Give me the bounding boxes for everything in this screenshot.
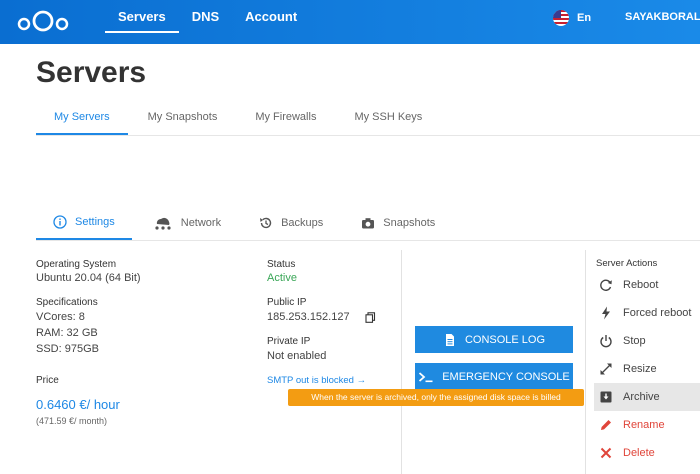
tab-backups-label: Backups <box>281 217 324 229</box>
ram-value: RAM: 32 GB <box>36 327 98 339</box>
tab-network-label: Network <box>180 217 222 229</box>
delete-label: Delete <box>623 447 655 459</box>
top-navigation-bar: Servers DNS Account En SAYAKBORAL@ <box>0 0 700 44</box>
resize-icon <box>600 363 612 375</box>
tab-my-servers[interactable]: My Servers <box>36 104 128 135</box>
status-value: Active <box>267 272 297 284</box>
nav-dns[interactable]: DNS <box>179 0 232 44</box>
price-per-month: (471.59 €/ month) <box>36 416 108 426</box>
delete-action[interactable]: Delete <box>594 439 700 467</box>
us-flag-icon <box>553 10 569 26</box>
smtp-blocked-link[interactable]: SMTP out is blocked → <box>267 375 366 386</box>
price-label: Price <box>36 375 59 386</box>
vcores-value: VCores: 8 <box>36 311 85 323</box>
main-nav: Servers DNS Account <box>105 0 310 44</box>
price-per-hour: 0.6460 €/ hour <box>36 397 120 412</box>
tab-my-ssh-keys[interactable]: My SSH Keys <box>354 104 422 135</box>
nav-account[interactable]: Account <box>232 0 310 44</box>
os-label: Operating System <box>36 259 117 270</box>
column-divider <box>585 250 586 474</box>
terminal-icon <box>419 371 433 382</box>
tab-backups[interactable]: Backups <box>242 206 340 240</box>
language-selector[interactable]: En <box>553 10 591 26</box>
stop-label: Stop <box>623 335 646 347</box>
user-account-menu[interactable]: SAYAKBORAL@ <box>625 11 700 23</box>
bolt-icon <box>602 306 610 320</box>
backup-icon <box>260 217 272 229</box>
tab-network[interactable]: Network <box>136 206 238 240</box>
language-label: En <box>577 12 592 24</box>
tab-snapshots[interactable]: Snapshots <box>344 206 452 240</box>
stop-action[interactable]: Stop <box>594 327 700 355</box>
public-ip-label: Public IP <box>267 297 307 308</box>
console-log-button[interactable]: CONSOLE LOG <box>415 326 573 353</box>
tab-settings-label: Settings <box>75 216 115 228</box>
page-title: Servers <box>36 56 147 89</box>
delete-icon <box>600 447 612 459</box>
resize-action[interactable]: Resize <box>594 355 700 383</box>
rename-action[interactable]: Rename <box>594 411 700 439</box>
reboot-action[interactable]: Reboot <box>594 271 700 299</box>
nav-servers[interactable]: Servers <box>105 0 179 44</box>
tab-my-snapshots[interactable]: My Snapshots <box>148 104 218 135</box>
tab-my-firewalls[interactable]: My Firewalls <box>255 104 316 135</box>
nextcloud-logo[interactable] <box>16 6 70 34</box>
resize-label: Resize <box>623 363 657 375</box>
private-ip-value: Not enabled <box>267 350 327 362</box>
power-icon <box>600 335 612 348</box>
document-icon <box>445 333 454 346</box>
ssd-value: SSD: 975GB <box>36 343 99 355</box>
server-detail-tabs: Settings Network Backups Snapshots <box>36 206 456 240</box>
subtabs-divider <box>36 135 700 136</box>
archive-action[interactable]: Archive <box>594 383 700 411</box>
private-ip-label: Private IP <box>267 336 311 347</box>
info-icon <box>53 215 67 229</box>
servers-subtabs: My Servers My Snapshots My Firewalls My … <box>36 104 460 135</box>
os-value: Ubuntu 20.04 (64 Bit) <box>36 272 141 284</box>
forced-reboot-label: Forced reboot <box>623 307 692 319</box>
public-ip-value: 185.253.152.127 <box>267 311 350 323</box>
emergency-console-label: EMERGENCY CONSOLE <box>442 370 570 383</box>
column-divider <box>401 250 402 474</box>
rename-label: Rename <box>623 419 665 431</box>
network-icon <box>155 217 171 230</box>
tab-settings[interactable]: Settings <box>36 206 132 240</box>
detail-tabs-divider <box>36 240 700 241</box>
archive-tooltip: When the server is archived, only the as… <box>288 389 584 406</box>
tab-snapshots-label: Snapshots <box>383 217 436 229</box>
reboot-icon <box>600 279 612 291</box>
console-log-label: CONSOLE LOG <box>464 333 546 346</box>
emergency-console-button[interactable]: EMERGENCY CONSOLE <box>415 363 573 390</box>
archive-icon <box>600 391 612 403</box>
pencil-icon <box>601 420 611 430</box>
reboot-label: Reboot <box>623 279 659 291</box>
server-actions-title: Server Actions <box>596 258 658 269</box>
camera-icon <box>362 218 375 229</box>
status-label: Status <box>267 259 296 270</box>
specifications-label: Specifications <box>36 297 98 308</box>
copy-icon[interactable] <box>365 312 376 323</box>
archive-label: Archive <box>623 391 660 403</box>
forced-reboot-action[interactable]: Forced reboot <box>594 299 700 327</box>
